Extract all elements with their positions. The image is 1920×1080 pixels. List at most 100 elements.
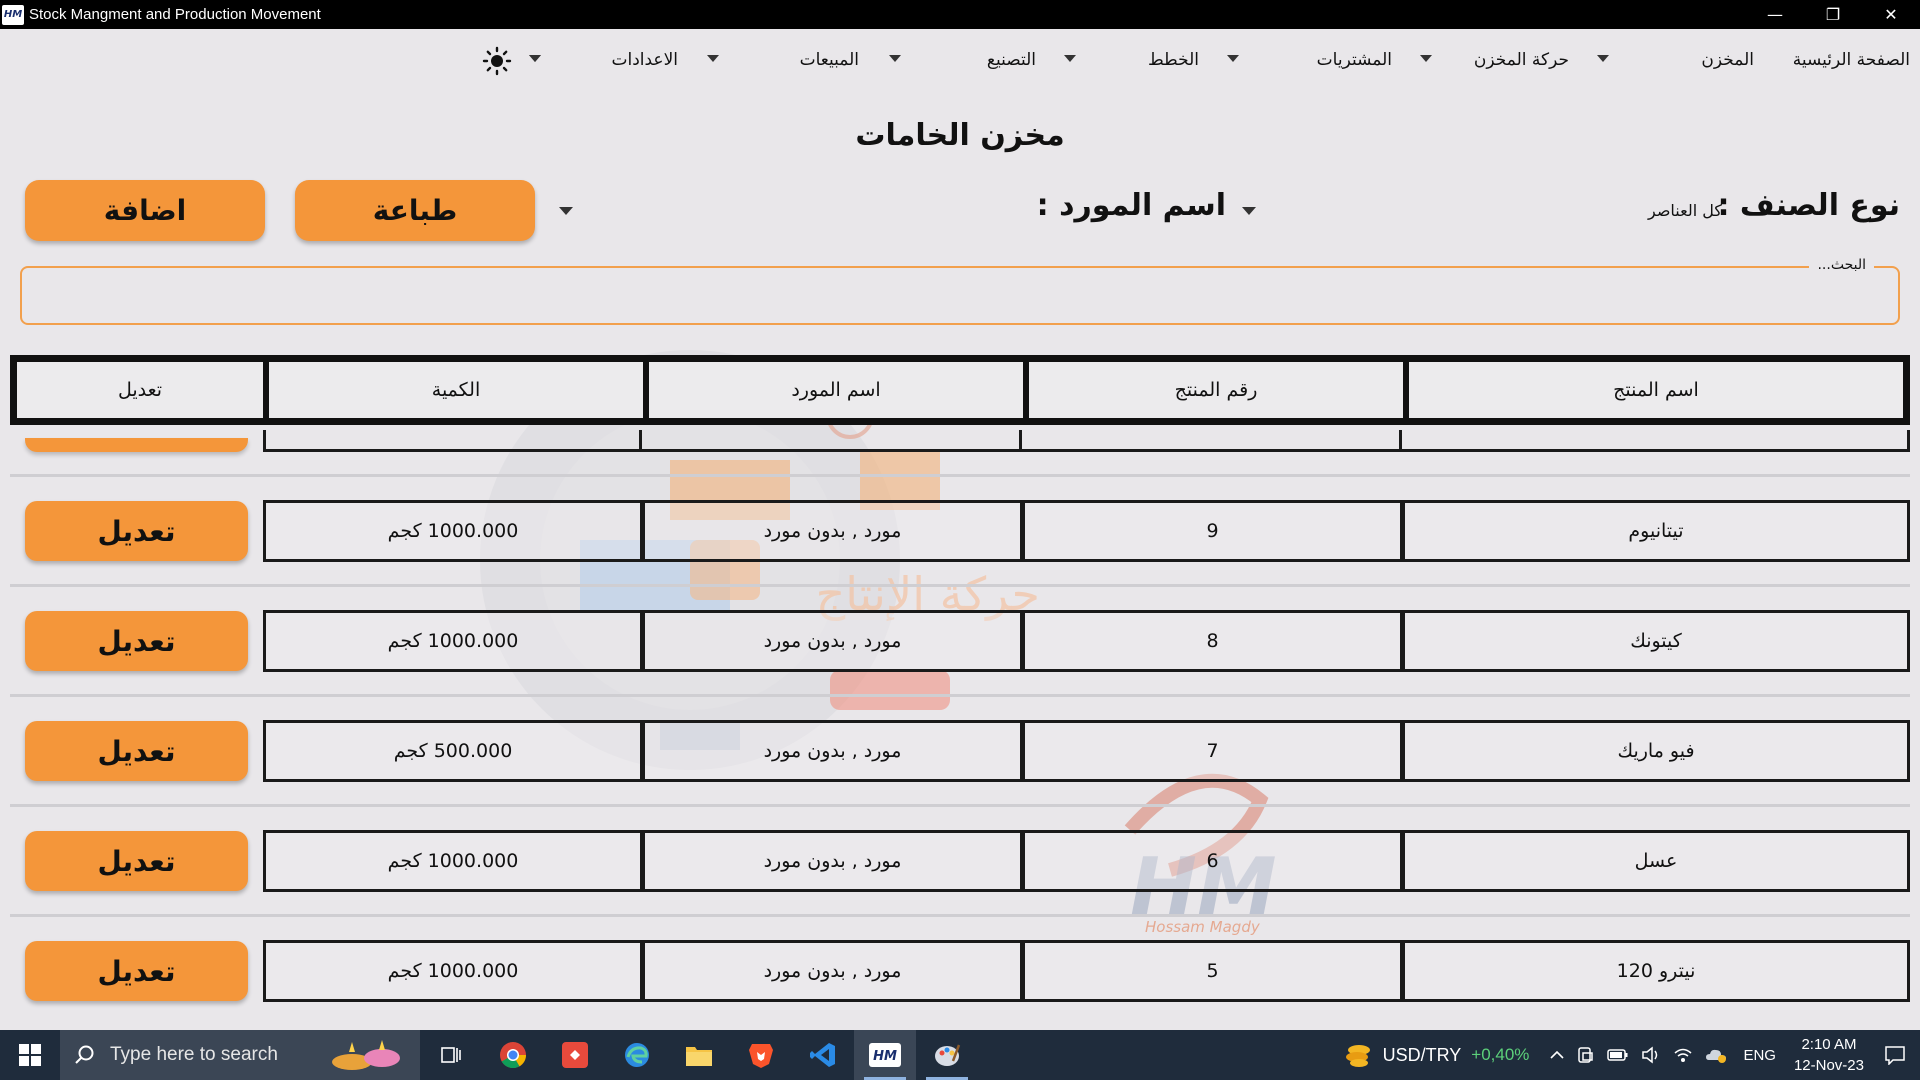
windows-start-icon[interactable] [0, 1030, 60, 1080]
add-button[interactable]: اضافة [25, 180, 265, 241]
menu-home[interactable]: الصفحة الرئيسية [1793, 49, 1910, 71]
chevron-up-icon[interactable] [1549, 1047, 1565, 1063]
page-title: مخزن الخامات [855, 118, 1065, 153]
git-client-icon[interactable] [544, 1030, 606, 1080]
cell-supplier-name: مورد , بدون مورد [642, 830, 1023, 892]
row-separator [10, 804, 1910, 807]
edit-button[interactable]: تعديل [25, 721, 248, 781]
minimize-button[interactable]: — [1746, 0, 1804, 29]
currency-pair: USD/TRY [1382, 1044, 1462, 1065]
cell-product-number: 5 [1022, 940, 1403, 1002]
search-field[interactable]: البحث... [20, 257, 1900, 325]
edit-button[interactable]: تعديل [25, 501, 248, 561]
header-quantity: الكمية [266, 359, 646, 421]
close-button[interactable]: ✕ [1862, 0, 1920, 29]
cell-supplier-name: مورد , بدون مورد [642, 940, 1023, 1002]
taskbar-search-placeholder: Type here to search [110, 1044, 278, 1065]
partial-row [263, 430, 1910, 452]
cell-product-name: نيترو 120 [1402, 940, 1910, 1002]
paint-app-icon[interactable] [916, 1030, 978, 1080]
supplier-chevron-down-icon[interactable] [1242, 207, 1256, 215]
app-logo-icon: HM [2, 4, 24, 25]
taskbar: Type here to search HM USD/TRY +0,40% EN… [0, 1030, 1920, 1080]
category-label: نوع الصنف : [1717, 188, 1900, 223]
category-select[interactable]: كل العناصر [1648, 201, 1722, 220]
search-label: البحث... [1809, 257, 1874, 273]
vscode-icon[interactable] [792, 1030, 854, 1080]
chevron-down-icon[interactable] [889, 55, 901, 62]
cell-product-name: كيتونك [1402, 610, 1910, 672]
chevron-down-icon[interactable] [1420, 55, 1432, 62]
coins-icon [1345, 1045, 1370, 1067]
cell-supplier-name: مورد , بدون مورد [642, 720, 1023, 782]
cell-product-name: عسل [1402, 830, 1910, 892]
header-product-number: رقم المنتج [1026, 359, 1406, 421]
volume-icon[interactable] [1641, 1046, 1661, 1064]
search-icon [75, 1045, 94, 1064]
cell-supplier-name: مورد , بدون مورد [642, 500, 1023, 562]
menu-store[interactable]: المخزن [1701, 49, 1754, 71]
table-header: اسم المنتج رقم المنتج اسم المورد الكمية … [10, 355, 1910, 425]
cell-quantity: 1000.000 كجم [263, 940, 643, 1002]
row-separator [10, 914, 1910, 917]
wifi-icon[interactable] [1673, 1046, 1693, 1064]
menu-manufacturing[interactable]: التصنيع [987, 49, 1036, 71]
menu-settings[interactable]: الاعدادات [611, 49, 678, 71]
partial-edit-button[interactable] [25, 438, 248, 452]
sun-icon[interactable] [480, 44, 514, 78]
edge-icon[interactable] [606, 1030, 668, 1080]
edit-button[interactable]: تعديل [25, 941, 248, 1001]
currency-change: +0,40% [1471, 1045, 1530, 1064]
cell-product-name: تيتانيوم [1402, 500, 1910, 562]
theme-chevron-down-icon[interactable] [529, 55, 541, 62]
print-button[interactable]: طباعة [295, 180, 535, 241]
onedrive-icon[interactable] [1705, 1047, 1727, 1063]
chevron-down-icon[interactable] [1597, 55, 1609, 62]
header-supplier-name: اسم المورد [646, 359, 1026, 421]
row-separator [10, 694, 1910, 697]
header-product-name: اسم المنتج [1406, 359, 1906, 421]
chevron-down-icon[interactable] [1064, 55, 1076, 62]
meet-now-icon[interactable] [1577, 1046, 1595, 1064]
task-view-icon[interactable] [420, 1030, 482, 1080]
row-separator [10, 584, 1910, 587]
clock[interactable]: 2:10 AM 12-Nov-23 [1794, 1034, 1864, 1076]
window-controls: — ❐ ✕ [1746, 0, 1920, 29]
edit-button[interactable]: تعديل [25, 831, 248, 891]
stock-app-icon[interactable]: HM [854, 1030, 916, 1080]
clock-time: 2:10 AM [1801, 1036, 1857, 1053]
svg-text:HM: HM [873, 1049, 897, 1064]
chevron-down-icon[interactable] [1227, 55, 1239, 62]
search-input[interactable] [32, 278, 1888, 313]
system-tray: USD/TRY +0,40% ENG 2:10 AM 12-Nov-23 [1339, 1030, 1920, 1080]
clock-date: 12-Nov-23 [1793, 1057, 1864, 1074]
menu-purchases[interactable]: المشتريات [1317, 49, 1392, 71]
menu-plans[interactable]: الخطط [1148, 49, 1199, 71]
supplier-label: اسم المورد : [1036, 188, 1226, 223]
chrome-icon[interactable] [482, 1030, 544, 1080]
watermark-caption: Hossam Magdy [1145, 918, 1261, 936]
taskbar-search[interactable]: Type here to search [60, 1030, 420, 1080]
cell-quantity: 1000.000 كجم [263, 830, 643, 892]
chevron-down-icon[interactable] [707, 55, 719, 62]
restore-button[interactable]: ❐ [1804, 0, 1862, 29]
currency-widget[interactable]: USD/TRY +0,40% [1345, 1042, 1530, 1068]
brave-icon[interactable] [730, 1030, 792, 1080]
menu-sales[interactable]: المبيعات [800, 49, 859, 71]
cell-supplier-name: مورد , بدون مورد [642, 610, 1023, 672]
edit-button[interactable]: تعديل [25, 611, 248, 671]
chevron-down-icon[interactable] [559, 207, 573, 215]
cell-product-number: 6 [1022, 830, 1403, 892]
cell-product-name: فيو ماريك [1402, 720, 1910, 782]
cell-product-number: 7 [1022, 720, 1403, 782]
festival-icon [328, 1038, 408, 1076]
battery-icon[interactable] [1607, 1047, 1629, 1063]
cell-quantity: 1000.000 كجم [263, 610, 643, 672]
file-explorer-icon[interactable] [668, 1030, 730, 1080]
notification-icon[interactable] [1884, 1045, 1906, 1065]
language-indicator[interactable]: ENG [1743, 1047, 1776, 1064]
menu-store-movement[interactable]: حركة المخزن [1474, 49, 1569, 71]
cell-quantity: 500.000 كجم [263, 720, 643, 782]
title-bar: HM Stock Mangment and Production Movemen… [0, 0, 1920, 29]
supplier-select[interactable] [575, 196, 1025, 226]
